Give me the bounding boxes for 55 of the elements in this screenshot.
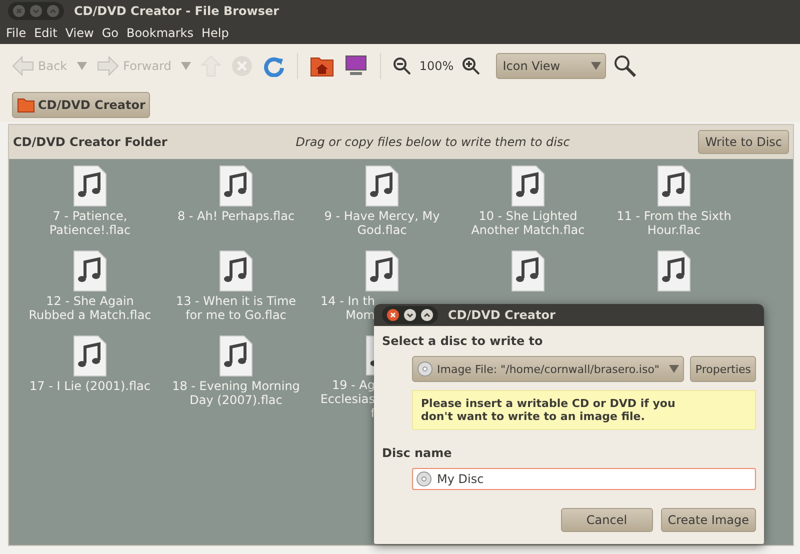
section-label: Select a disc to write to xyxy=(382,334,544,348)
zoom-out-button[interactable] xyxy=(391,55,414,77)
field-label: Disc name xyxy=(382,446,453,460)
menu-item[interactable]: Edit xyxy=(30,26,62,40)
music-file-icon xyxy=(657,165,691,207)
location-button[interactable]: CD/DVD Creator xyxy=(12,92,150,118)
music-file-icon xyxy=(73,165,107,207)
caret-icon xyxy=(77,62,88,70)
menu-item[interactable]: Help xyxy=(198,26,233,40)
reload-icon xyxy=(263,55,286,77)
dialog-button[interactable]: Cancel xyxy=(560,508,653,532)
zoom-level: 100% xyxy=(419,59,454,73)
disc-name-field[interactable]: My Disc xyxy=(412,468,756,490)
music-file-icon xyxy=(511,165,545,207)
music-file-icon xyxy=(657,250,691,292)
dialog-button[interactable]: Create Image xyxy=(660,508,756,532)
disc-icon xyxy=(416,471,432,487)
write-to-disc-button[interactable]: Write to Disc xyxy=(698,130,789,154)
menu-item[interactable]: Go xyxy=(98,26,122,40)
view-select[interactable]: Icon View xyxy=(496,53,606,79)
back-arrow-icon xyxy=(12,56,34,76)
folder-icon xyxy=(17,97,35,113)
disc-icon xyxy=(417,361,433,377)
caret-icon xyxy=(669,365,680,373)
music-file-icon xyxy=(365,165,399,207)
folder-title: CD/DVD Creator Folder xyxy=(13,135,168,149)
zoom-out-icon xyxy=(393,57,412,75)
menu-item[interactable]: File xyxy=(2,26,30,40)
close-icon[interactable] xyxy=(386,308,400,322)
hint-text: Drag or copy files below to write them to disc xyxy=(296,135,570,149)
music-file-icon xyxy=(73,335,107,377)
menu-item[interactable]: View xyxy=(61,26,98,40)
menu-item[interactable]: Bookmarks xyxy=(122,26,198,40)
forward-arrow-icon xyxy=(97,56,120,76)
music-file-icon xyxy=(219,335,253,377)
music-file-icon xyxy=(511,250,545,292)
caret-icon xyxy=(181,62,192,70)
home-folder-icon xyxy=(310,55,334,77)
caret-icon xyxy=(590,62,601,70)
monitor-icon xyxy=(344,55,368,77)
zoom-in-button[interactable] xyxy=(460,55,482,77)
window-title: CD/DVD Creator - File Browser xyxy=(74,4,280,18)
search-icon xyxy=(614,55,636,77)
dialog-title: CD/DVD Creator xyxy=(448,308,556,322)
music-file-icon xyxy=(73,250,107,292)
minimize-icon[interactable] xyxy=(403,308,417,322)
properties-button[interactable]: Properties xyxy=(690,356,756,382)
music-file-icon xyxy=(365,250,399,292)
music-file-icon xyxy=(219,250,253,292)
music-file-icon xyxy=(219,165,253,207)
maximize-icon[interactable] xyxy=(420,308,434,322)
zoom-in-icon xyxy=(462,57,480,75)
stop-icon xyxy=(231,55,254,77)
search-button[interactable] xyxy=(612,53,638,79)
disc-select[interactable]: Image File: "/home/cornwall/brasero.iso" xyxy=(412,356,684,382)
